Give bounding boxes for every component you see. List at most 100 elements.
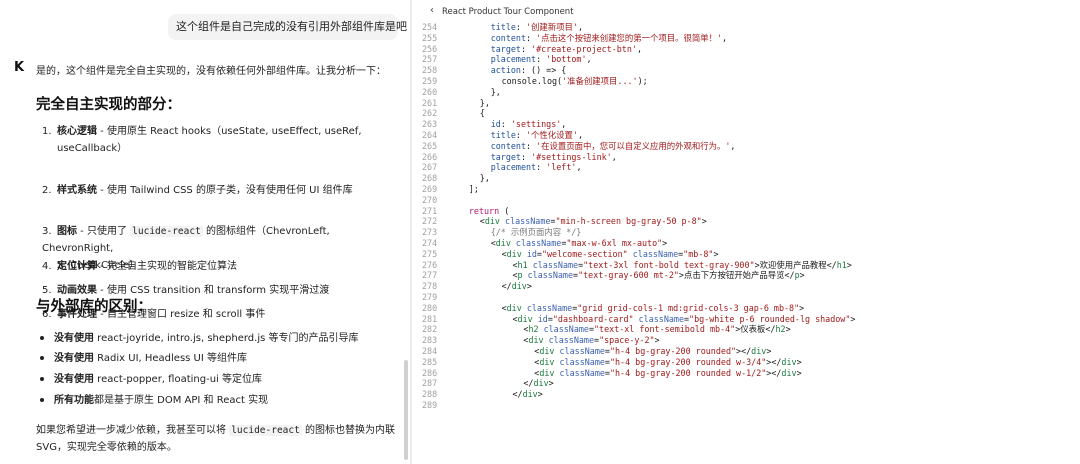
code-line: 269]; [412, 184, 1080, 195]
bullet-bold: 没有使用 [54, 333, 94, 344]
code-token: className [527, 270, 574, 281]
ordered-list-item: 4. 定位计算 - 完全自主实现的智能定位算法 [42, 258, 402, 275]
code-line: 278 </div> [412, 281, 1080, 292]
code-token: , [611, 151, 617, 162]
code-token: "text-gray-600 mt-2" [578, 270, 679, 281]
code-line: 275 <div id="welcome-section" className="… [412, 249, 1080, 260]
line-number: 272 [422, 216, 438, 227]
code-token: : [525, 32, 537, 43]
code-token: '点击这个按钮来创建您的第一个项目。很简单！' [536, 32, 723, 43]
code-token: "grid grid-cols-1 md:grid-cols-3 gap-6 m… [577, 302, 800, 313]
code-content: <div className="max-w-6xl mx-auto"> [491, 238, 668, 249]
code-line: 256 target: '#create-project-btn', [412, 44, 1080, 55]
code-content: <p className="text-gray-600 mt-2">点击下方按钮… [513, 270, 805, 281]
line-number: 288 [422, 389, 438, 400]
code-content: </div> [513, 389, 543, 400]
code-content: id: 'settings', [491, 119, 567, 130]
code-content: <h1 className="text-3xl font-bold text-g… [513, 260, 852, 271]
code-pane: ‹ React Product Tour Component 254 title:… [412, 0, 1080, 464]
line-number: 285 [422, 356, 438, 367]
code-token: : [520, 43, 532, 54]
code-line: 268}, [412, 173, 1080, 184]
code-line: 255 content: '点击这个按钮来创建您的第一个项目。很简单！', [412, 33, 1080, 44]
code-line: 277 <p className="text-gray-600 mt-2">点击下… [412, 270, 1080, 281]
code-token: ); [637, 75, 648, 86]
code-token: {/* 示例页面内容 */} [490, 227, 582, 238]
code-pane-title: React Product Tour Component [442, 7, 574, 17]
bullet-list-item: 没有使用 react-popper, floating-ui 等定位库 [40, 371, 400, 388]
bullet-dot [40, 356, 44, 360]
line-number: 265 [422, 140, 438, 151]
code-token: className [515, 237, 562, 248]
code-token: > [799, 270, 805, 281]
code-token: div [511, 281, 527, 292]
list-item-text: - 使用 Tailwind CSS 的原子类，没有使用任何 UI 组件库 [97, 185, 353, 196]
code-token: div [506, 302, 522, 313]
line-number: 287 [422, 378, 438, 389]
bullet-dot [40, 377, 44, 381]
code-token: "bg-white p-6 rounded-lg shadow" [689, 313, 851, 324]
code-token: ( [499, 205, 510, 216]
closing-paragraph: 如果您希望进一步减少依赖，我甚至可以将 lucide-react 的图标也替换为… [36, 422, 396, 456]
line-number: 275 [422, 248, 438, 259]
code-content: <div className="space-y-2"> [523, 335, 659, 346]
code-line: 264 title: '个性化设置', [412, 130, 1080, 141]
code-content: </div> [523, 378, 553, 389]
code-line: 262 { [412, 108, 1080, 119]
code-token: "h-4 bg-gray-200 rounded w-1/2" [609, 367, 767, 378]
code-token: }, [479, 97, 490, 108]
code-token: div [539, 367, 555, 378]
line-number: 260 [422, 86, 438, 97]
list-item-number: 3. [42, 226, 52, 237]
line-number: 286 [422, 367, 438, 378]
list-item-line: 3. 图标 - 只使用了 lucide-react 的图标组件（ChevronLe… [42, 226, 330, 254]
code-token: "dashboard-card" [552, 313, 634, 324]
code-token: </ [501, 281, 512, 292]
list-item-bold: 定位计算 [57, 261, 97, 272]
code-token: , [586, 54, 592, 65]
code-token: className [559, 356, 605, 367]
line-number: 281 [422, 313, 438, 324]
code-token: 'bottom' [546, 54, 587, 65]
code-token: div [495, 237, 511, 248]
code-line: 286 <div className="h-4 bg-gray-200 round… [412, 368, 1080, 379]
code-token: id [526, 248, 537, 259]
bullet-dot [40, 336, 44, 340]
code-token: className [559, 345, 605, 356]
code-token: className [526, 302, 573, 313]
chevron-left-icon[interactable]: ‹ [430, 5, 434, 16]
code-editor[interactable]: 254 title: '创建新项目', 255 content: '点击这个按钮来创建… [412, 22, 1080, 411]
code-token: '准备创建项目...' [562, 75, 638, 86]
code-token: id [490, 119, 501, 130]
code-token: : [536, 162, 547, 173]
code-token: , [577, 22, 584, 32]
code-token: div [522, 389, 538, 400]
bullet-list-item: 所有功能都是基于原生 DOM API 和 React 实现 [40, 392, 400, 409]
code-token: , [577, 129, 584, 140]
code-token: >仪表板</ [735, 324, 776, 335]
code-token: title [490, 22, 516, 32]
code-token: "max-w-6xl mx-auto" [566, 237, 663, 248]
code-line: 282 <h2 className="text-xl font-semibold … [412, 324, 1080, 335]
code-token: 'left' [546, 162, 577, 173]
code-token: content [490, 32, 526, 43]
line-number: 276 [422, 259, 438, 270]
code-content: ]; [469, 184, 479, 195]
code-token: > [785, 324, 791, 335]
code-content: <div className="grid grid-cols-1 md:grid… [502, 303, 805, 314]
code-token: div [517, 313, 533, 324]
code-line: 289 [412, 400, 1080, 411]
bullet-bold: 没有使用 [54, 374, 94, 385]
code-token: className [543, 324, 589, 335]
line-number: 263 [422, 119, 438, 130]
list-item-text: - 使用原生 React hooks（useState, useEffect, … [97, 126, 362, 137]
code-line: 284 <div className="h-4 bg-gray-200 round… [412, 346, 1080, 357]
code-token: return [468, 205, 500, 216]
code-token: className [632, 248, 679, 259]
line-number: 273 [422, 227, 438, 238]
code-content: target: '#settings-link', [491, 152, 617, 163]
bullet-text: react-joyride, intro.js, shepherd.js 等专门… [94, 333, 359, 344]
code-token: > [526, 281, 532, 292]
chat-scrollbar-thumb[interactable] [404, 360, 408, 460]
code-token: > [799, 302, 805, 313]
